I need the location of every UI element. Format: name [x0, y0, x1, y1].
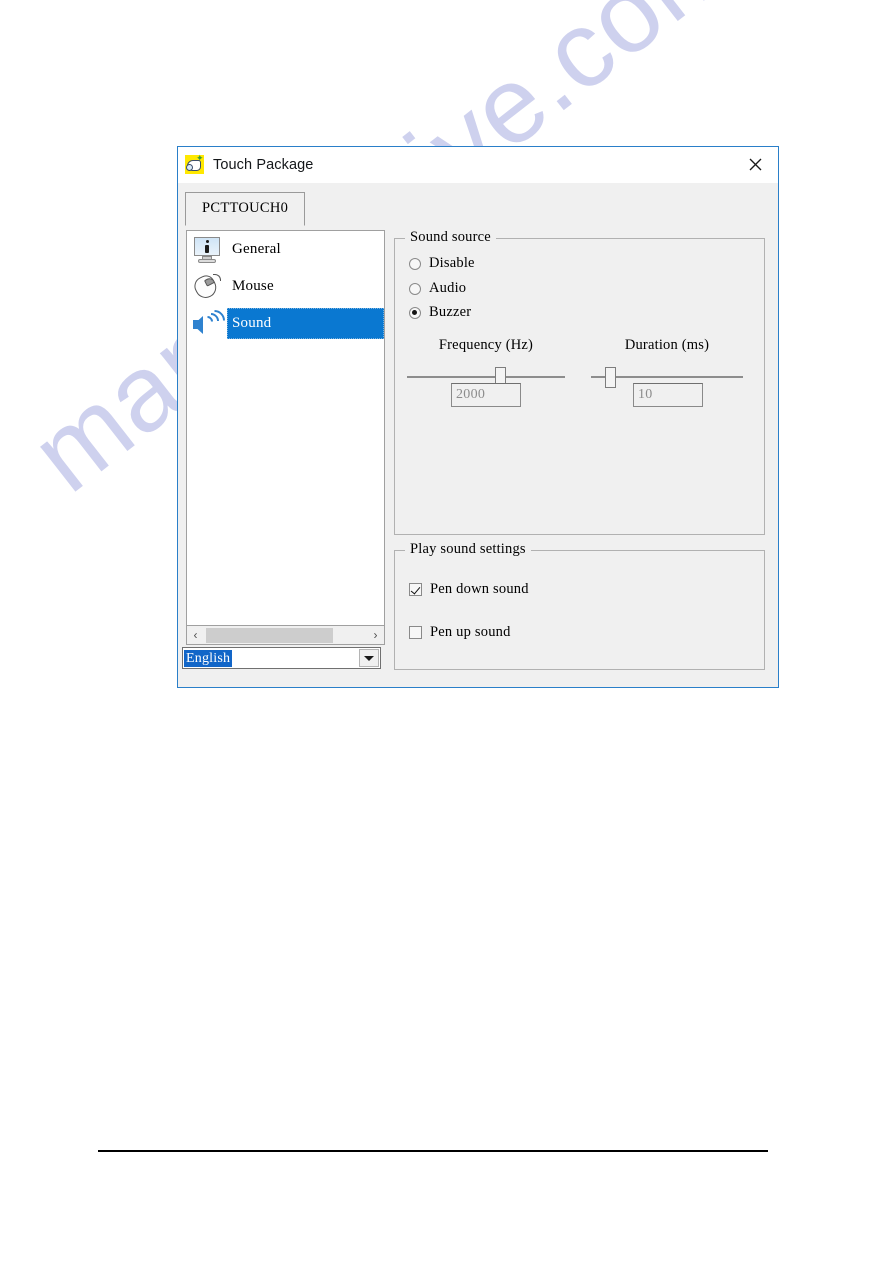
slider-track[interactable] — [407, 376, 565, 378]
chevron-down-icon[interactable] — [359, 649, 379, 667]
checkbox-label: Pen down sound — [430, 581, 529, 597]
sidebar-item-general[interactable]: General — [187, 231, 384, 268]
sound-source-legend: Sound source — [405, 229, 496, 246]
settings-list[interactable]: General Mouse Sound — [186, 230, 385, 626]
duration-slider-block: Duration (ms) 10 — [591, 337, 743, 407]
radio-label: Buzzer — [429, 304, 472, 320]
language-combobox[interactable]: English — [182, 647, 381, 669]
checkbox-pen-down-sound[interactable]: Pen down sound — [409, 581, 529, 598]
checkbox-pen-up-sound[interactable]: Pen up sound — [409, 624, 511, 641]
frequency-input[interactable]: 2000 — [451, 383, 521, 407]
radio-button-icon[interactable] — [409, 306, 421, 319]
play-sound-settings-legend: Play sound settings — [405, 541, 531, 558]
scrollbar-thumb[interactable] — [206, 627, 333, 643]
radio-disable[interactable]: Disable — [409, 255, 475, 272]
sidebar-item-mouse[interactable]: Mouse — [187, 268, 384, 305]
dialog-body: General Mouse Sound ‹ › English Sound so… — [178, 229, 778, 688]
radio-audio[interactable]: Audio — [409, 280, 466, 297]
radio-label: Disable — [429, 255, 475, 271]
radio-buzzer[interactable]: Buzzer — [409, 304, 471, 321]
page-footer-rule — [98, 1150, 768, 1152]
list-horizontal-scrollbar[interactable]: ‹ › — [186, 626, 385, 645]
sidebar-item-label: Sound — [232, 315, 272, 331]
touch-package-icon: ✦ — [185, 154, 204, 174]
speaker-icon — [191, 305, 230, 339]
monitor-info-icon — [191, 235, 223, 265]
scroll-right-arrow-icon[interactable]: › — [367, 627, 384, 644]
radio-button-icon[interactable] — [409, 282, 421, 295]
tab-strip: PCTTOUCH0 — [178, 183, 778, 230]
sidebar-item-label: Mouse — [232, 278, 274, 294]
window-title: Touch Package — [213, 157, 314, 173]
touch-package-window: ✦ Touch Package PCTTOUCH0 General Mouse … — [177, 146, 779, 688]
scrollbar-track[interactable] — [204, 627, 367, 643]
duration-input[interactable]: 10 — [633, 383, 703, 407]
radio-label: Audio — [429, 280, 467, 296]
checkbox-label: Pen up sound — [430, 624, 511, 640]
sidebar-item-label: General — [232, 241, 281, 257]
slider-thumb[interactable] — [605, 367, 617, 388]
checkbox-icon[interactable] — [409, 626, 422, 639]
duration-label: Duration (ms) — [624, 337, 710, 353]
sound-source-group: Sound source Disable Audio Buzzer Freque… — [394, 229, 765, 535]
mouse-icon — [191, 271, 223, 302]
play-sound-settings-group: Play sound settings Pen down sound Pen u… — [394, 541, 765, 670]
frequency-label: Frequency (Hz) — [438, 337, 534, 353]
tab-pcttouch0[interactable]: PCTTOUCH0 — [185, 192, 306, 226]
radio-button-icon[interactable] — [409, 257, 421, 270]
scroll-left-arrow-icon[interactable]: ‹ — [187, 627, 204, 644]
checkbox-icon[interactable] — [409, 583, 422, 596]
sidebar-item-sound[interactable]: Sound — [187, 305, 384, 342]
window-titlebar: ✦ Touch Package — [178, 147, 778, 183]
frequency-slider-block: Frequency (Hz) 2000 — [407, 337, 565, 407]
close-icon[interactable] — [732, 147, 778, 182]
language-value: English — [184, 649, 233, 667]
